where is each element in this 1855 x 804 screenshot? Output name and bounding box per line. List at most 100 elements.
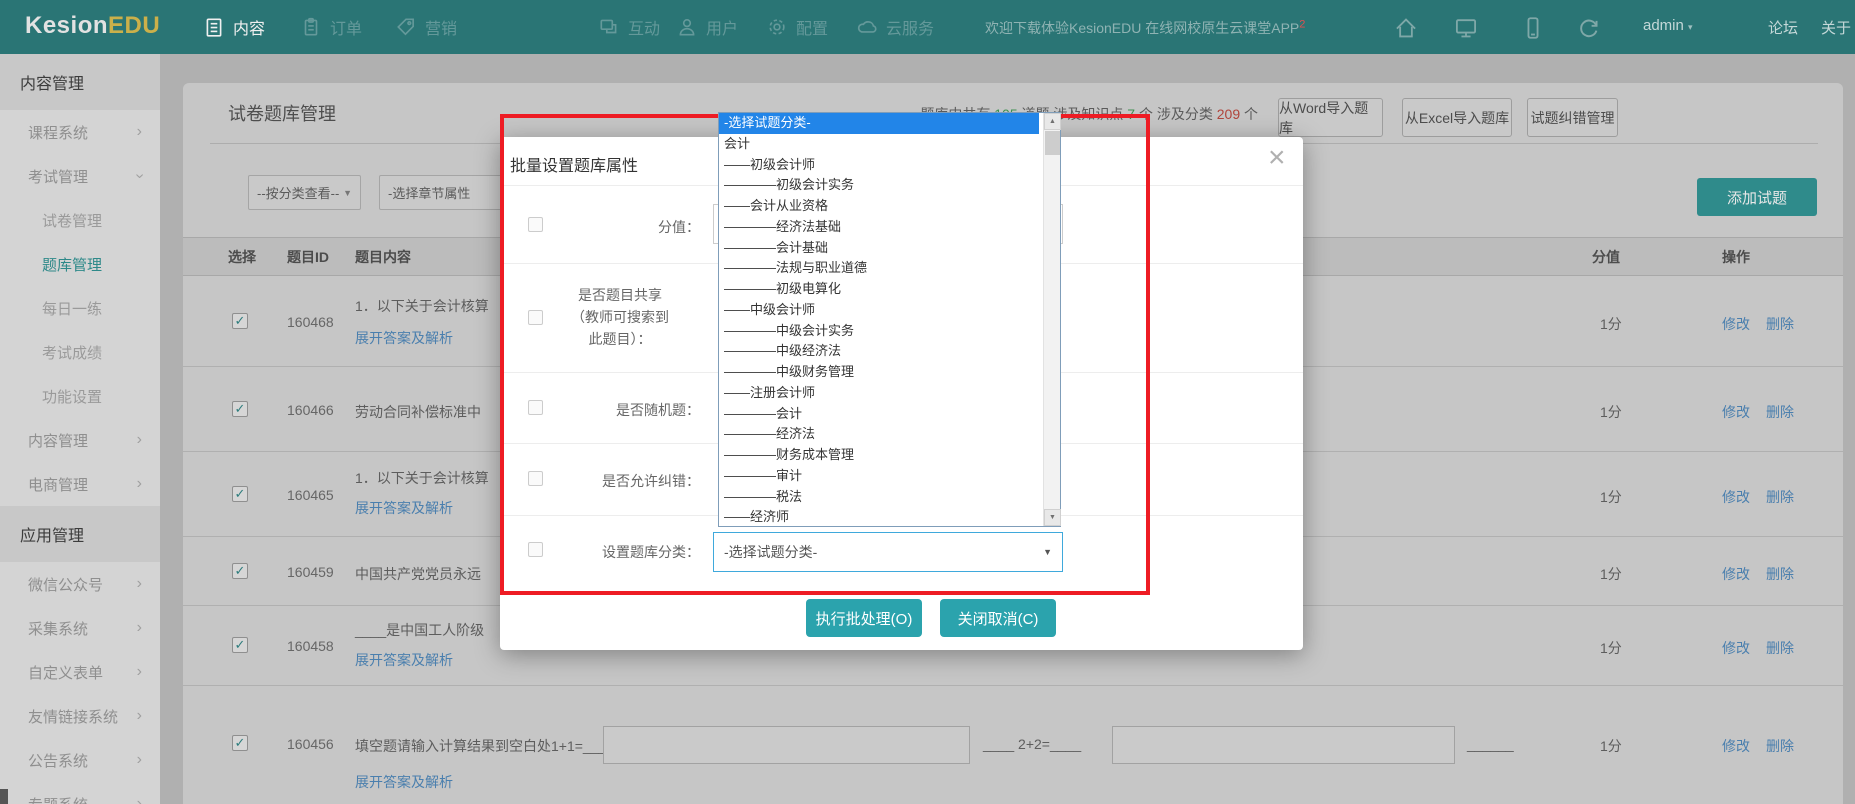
sidebar-section-apps: 应用管理 [0, 506, 160, 562]
scroll-down-icon[interactable]: ▼ [1044, 509, 1061, 526]
sidebar-item-question-bank[interactable]: 题库管理 [0, 242, 160, 286]
chapter-filter-select[interactable]: -选择章节属性 [379, 175, 510, 210]
nav-tab-label: 互动 [628, 15, 660, 39]
row-content: ____是中国工人阶级 [355, 620, 484, 640]
edit-link[interactable]: 修改 [1722, 638, 1750, 658]
nav-tab-content[interactable]: 内容 [203, 0, 265, 54]
dropdown-option[interactable]: ————初级会计实务 [719, 175, 1039, 196]
nav-tab-marketing[interactable]: 营销 [395, 0, 457, 54]
row-score: 1分 [1600, 402, 1622, 422]
page-title: 试卷题库管理 [228, 100, 336, 126]
sidebar-item-wechat[interactable]: 微信公众号› [0, 562, 160, 606]
nav-tab-users[interactable]: 用户 [676, 0, 738, 54]
sidebar-item-ecommerce[interactable]: 电商管理› [0, 462, 160, 506]
edit-link[interactable]: 修改 [1722, 487, 1750, 507]
sidebar-item-function-settings[interactable]: 功能设置 [0, 374, 160, 418]
dropdown-option[interactable]: ————中级经济法 [719, 341, 1039, 362]
add-question-button[interactable]: 添加试题 [1697, 178, 1817, 216]
mobile-icon[interactable] [1520, 15, 1546, 46]
about-link[interactable]: 关于 [1821, 17, 1851, 38]
row-checkbox[interactable]: ✓ [232, 313, 248, 329]
edit-link[interactable]: 修改 [1722, 564, 1750, 584]
sidebar-item-course-system[interactable]: 课程系统› [0, 110, 160, 154]
execute-batch-button[interactable]: 执行批处理(O) [806, 599, 922, 637]
nav-tab-orders[interactable]: 订单 [300, 0, 362, 54]
close-icon[interactable]: × [1268, 141, 1286, 175]
dropdown-option[interactable]: 会计 [719, 134, 1039, 155]
dropdown-option[interactable]: ————税法 [719, 487, 1039, 508]
expand-answer-link[interactable]: 展开答案及解析 [355, 328, 453, 348]
dropdown-option[interactable]: ——初级会计师 [719, 155, 1039, 176]
dropdown-option[interactable]: ————审计 [719, 466, 1039, 487]
import-word-button[interactable]: 从Word导入题库 [1278, 98, 1383, 137]
dropdown-option[interactable]: ————财务成本管理 [719, 445, 1039, 466]
dropdown-option[interactable]: ————中级会计实务 [719, 321, 1039, 342]
sidebar-item-announcements[interactable]: 公告系统› [0, 738, 160, 782]
forum-link[interactable]: 论坛 [1768, 17, 1798, 38]
edit-link[interactable]: 修改 [1722, 402, 1750, 422]
dropdown-option[interactable]: ————初级电算化 [719, 279, 1039, 300]
sidebar-item-content-management[interactable]: 内容管理› [0, 418, 160, 462]
nav-tab-config[interactable]: 配置 [766, 0, 828, 54]
expand-answer-link[interactable]: 展开答案及解析 [355, 772, 453, 792]
dropdown-option[interactable]: ——经济师 [719, 507, 1039, 528]
expand-answer-link[interactable]: 展开答案及解析 [355, 650, 453, 670]
error-manage-button[interactable]: 试题纠错管理 [1527, 98, 1618, 137]
sidebar-item-daily-practice[interactable]: 每日一练 [0, 286, 160, 330]
row-checkbox[interactable]: ✓ [232, 637, 248, 653]
sidebar-item-exam-results[interactable]: 考试成绩 [0, 330, 160, 374]
delete-link[interactable]: 删除 [1766, 564, 1794, 584]
dropdown-option[interactable]: ————经济法基础 [719, 217, 1039, 238]
dropdown-option[interactable]: ————经济法 [719, 424, 1039, 445]
import-excel-button[interactable]: 从Excel导入题库 [1402, 98, 1512, 137]
nav-tab-cloud[interactable]: 云服务 [856, 0, 934, 54]
delete-link[interactable]: 删除 [1766, 487, 1794, 507]
home-icon[interactable] [1393, 15, 1419, 46]
edit-link[interactable]: 修改 [1722, 736, 1750, 756]
order-clipboard-icon [300, 16, 322, 38]
monitor-icon[interactable] [1453, 15, 1479, 46]
row-checkbox[interactable]: ✓ [232, 401, 248, 417]
answer-input-2[interactable] [1112, 726, 1455, 764]
nav-tab-interaction[interactable]: 互动 [598, 0, 660, 54]
delete-link[interactable]: 删除 [1766, 736, 1794, 756]
scroll-up-icon[interactable]: ▲ [1044, 113, 1061, 130]
dropdown-option-selected[interactable]: -选择试题分类- [719, 113, 1039, 134]
sidebar-item-friend-links[interactable]: 友情链接系统› [0, 694, 160, 738]
delete-link[interactable]: 删除 [1766, 314, 1794, 334]
category-filter-select[interactable]: --按分类查看--▼ [248, 175, 361, 210]
cancel-close-button[interactable]: 关闭取消(C) [940, 599, 1056, 637]
sidebar-item-exam-management[interactable]: 考试管理› [0, 154, 160, 198]
admin-menu[interactable]: admin ▾ [1643, 17, 1693, 34]
expand-answer-link[interactable]: 展开答案及解析 [355, 498, 453, 518]
refresh-icon[interactable] [1576, 15, 1602, 46]
chevron-right-icon: › [137, 619, 142, 637]
welcome-banner[interactable]: 欢迎下载体验KesionEDU 在线网校原生云课堂APP2 [985, 18, 1305, 38]
sidebar-item-custom-forms[interactable]: 自定义表单› [0, 650, 160, 694]
logo[interactable]: KesionEDU [25, 12, 160, 40]
delete-link[interactable]: 删除 [1766, 638, 1794, 658]
dropdown-option[interactable]: ————法规与职业道德 [719, 258, 1039, 279]
dropdown-option[interactable]: ————会计 [719, 404, 1039, 425]
chevron-right-icon: › [137, 663, 142, 681]
row-id: 160465 [287, 487, 334, 503]
row-score: 1分 [1600, 487, 1622, 507]
delete-link[interactable]: 删除 [1766, 402, 1794, 422]
dropdown-option[interactable]: ——注册会计师 [719, 383, 1039, 404]
chevron-right-icon: › [137, 575, 142, 593]
dropdown-option[interactable]: ——会计从业资格 [719, 196, 1039, 217]
scrollbar-thumb[interactable] [1045, 131, 1060, 155]
dropdown-option[interactable]: ————会计基础 [719, 238, 1039, 259]
row-score: 1分 [1600, 314, 1622, 334]
dropdown-option[interactable]: ————中级财务管理 [719, 362, 1039, 383]
sidebar-item-paper-management[interactable]: 试卷管理 [0, 198, 160, 242]
dropdown-option[interactable]: ——中级会计师 [719, 300, 1039, 321]
row-checkbox[interactable]: ✓ [232, 563, 248, 579]
row-checkbox[interactable]: ✓ [232, 735, 248, 751]
sidebar-item-collection[interactable]: 采集系统› [0, 606, 160, 650]
sidebar-item-topics[interactable]: 专题系统› [0, 782, 160, 804]
answer-input-1[interactable] [603, 726, 970, 764]
row-checkbox[interactable]: ✓ [232, 486, 248, 502]
dropdown-scrollbar[interactable]: ▲ ▼ [1043, 113, 1060, 526]
edit-link[interactable]: 修改 [1722, 314, 1750, 334]
